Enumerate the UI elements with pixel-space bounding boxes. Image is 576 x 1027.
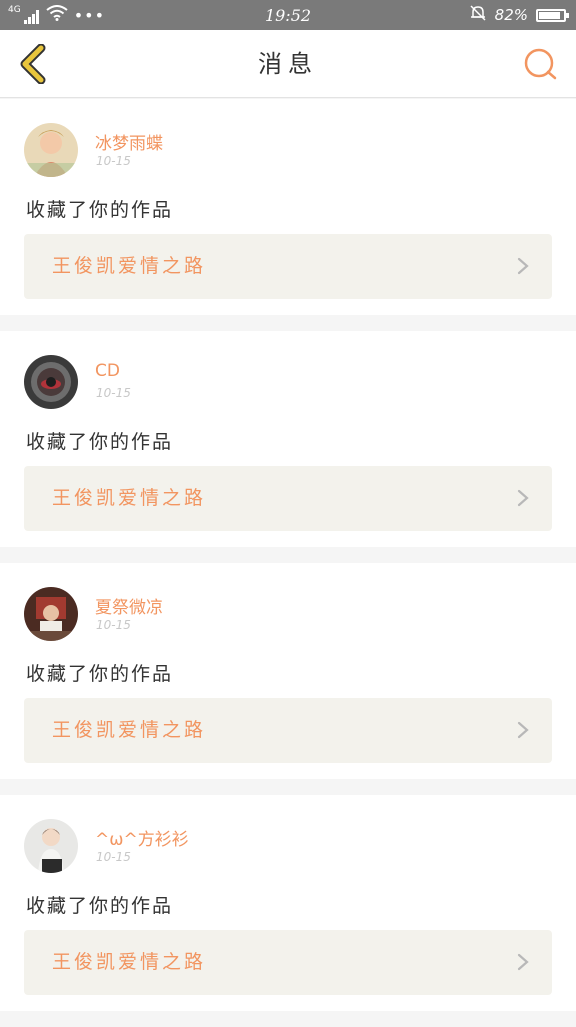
- work-title: 王俊凯爱情之路: [52, 951, 207, 973]
- header: 消息: [0, 30, 576, 98]
- page-title: 消息: [258, 50, 318, 78]
- avatar[interactable]: [24, 123, 78, 177]
- avatar[interactable]: [24, 355, 78, 409]
- work-title: 王俊凯爱情之路: [52, 487, 207, 509]
- username[interactable]: 冰梦雨蝶: [95, 129, 163, 154]
- action-text: 收藏了你的作品: [26, 895, 174, 917]
- battery-fill: [539, 11, 561, 19]
- action-text: 收藏了你的作品: [26, 663, 174, 685]
- work-link[interactable]: 王俊凯爱情之路: [24, 698, 552, 763]
- chevron-right-icon: [517, 953, 529, 971]
- timestamp: 10-15: [96, 386, 131, 400]
- status-right: 82%: [469, 0, 569, 30]
- message-card: ^ω^方衫衫 10-15 收藏了你的作品 王俊凯爱情之路: [0, 795, 576, 1011]
- message-card: CD 10-15 收藏了你的作品 王俊凯爱情之路: [0, 331, 576, 547]
- work-link[interactable]: 王俊凯爱情之路: [24, 466, 552, 531]
- work-title: 王俊凯爱情之路: [52, 255, 207, 277]
- username[interactable]: ^ω^方衫衫: [95, 825, 189, 850]
- search-icon: [524, 48, 557, 80]
- work-title: 王俊凯爱情之路: [52, 719, 207, 741]
- message-list: 冰梦雨蝶 10-15 收藏了你的作品 王俊凯爱情之路 CD 10-15 收藏了你…: [0, 99, 576, 1027]
- timestamp: 10-15: [96, 850, 131, 864]
- silent-bell-icon: [469, 4, 487, 26]
- username[interactable]: 夏祭微凉: [95, 593, 163, 618]
- chevron-right-icon: [517, 489, 529, 507]
- search-button[interactable]: [518, 42, 562, 86]
- action-text: 收藏了你的作品: [26, 431, 174, 453]
- message-card: 冰梦雨蝶 10-15 收藏了你的作品 王俊凯爱情之路: [0, 99, 576, 315]
- battery-percent: 82%: [494, 6, 528, 24]
- username[interactable]: CD: [95, 361, 120, 381]
- chevron-right-icon: [517, 721, 529, 739]
- avatar[interactable]: [24, 587, 78, 641]
- timestamp: 10-15: [96, 154, 131, 168]
- avatar[interactable]: [24, 819, 78, 873]
- chevron-right-icon: [517, 257, 529, 275]
- timestamp: 10-15: [96, 618, 131, 632]
- battery-icon: [536, 8, 569, 22]
- message-card: 夏祭微凉 10-15 收藏了你的作品 王俊凯爱情之路: [0, 563, 576, 779]
- status-bar: 4G ••• 19:52 82%: [0, 0, 576, 30]
- action-text: 收藏了你的作品: [26, 199, 174, 221]
- work-link[interactable]: 王俊凯爱情之路: [24, 234, 552, 299]
- work-link[interactable]: 王俊凯爱情之路: [24, 930, 552, 995]
